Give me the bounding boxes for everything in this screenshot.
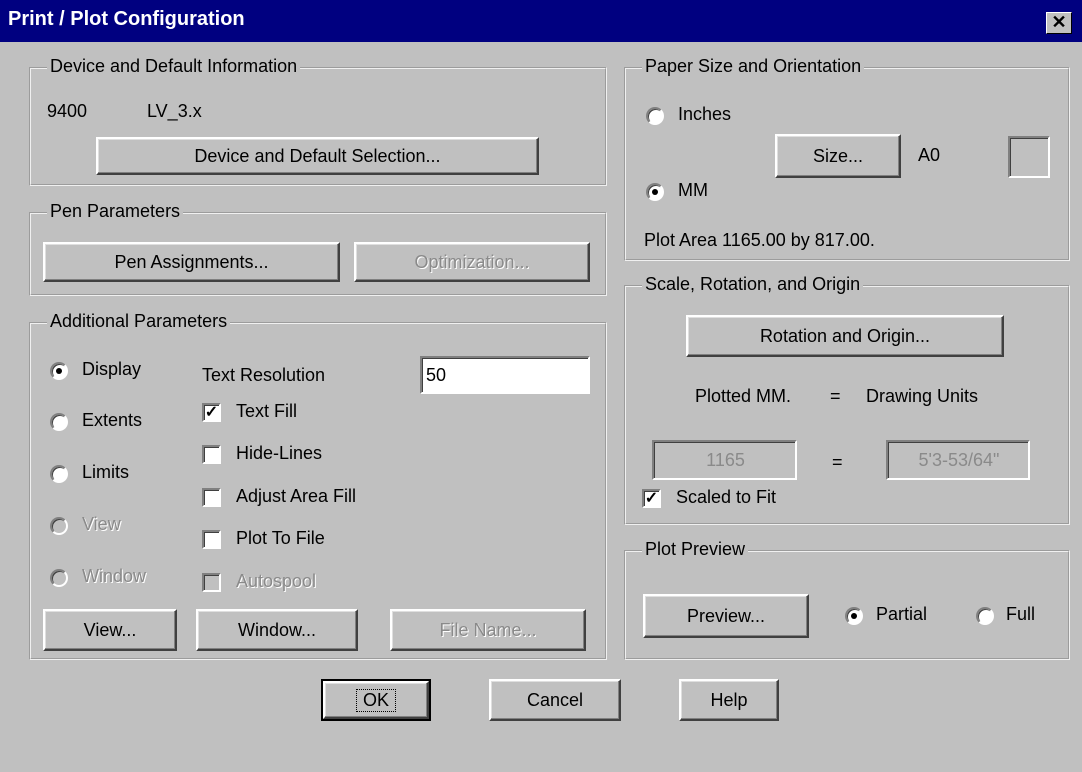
radio-full-label: Full — [1006, 604, 1036, 624]
rotation-origin-button[interactable]: Rotation and Origin... — [686, 315, 1004, 357]
text-resolution-input[interactable] — [420, 356, 590, 394]
radio-inches-label: Inches — [678, 104, 732, 124]
checkbox-autospool[interactable] — [202, 573, 221, 592]
paper-group-legend: Paper Size and Orientation — [642, 56, 865, 77]
radio-dot — [56, 368, 62, 374]
file-name-button[interactable]: File Name... — [390, 609, 586, 651]
device-name: 9400 — [47, 101, 88, 121]
view-button[interactable]: View... — [43, 609, 177, 651]
pen-assignments-label: Pen Assignments... — [114, 251, 269, 272]
rotation-origin-label: Rotation and Origin... — [759, 325, 931, 346]
pen-group-legend: Pen Parameters — [47, 201, 184, 222]
radio-partial-label: Partial — [876, 604, 928, 624]
drawing-units-label: Drawing Units — [866, 386, 979, 406]
ok-button[interactable]: OK — [321, 679, 431, 721]
ok-button-label: OK — [355, 688, 396, 712]
radio-window-label: Window — [82, 566, 147, 586]
window-button[interactable]: Window... — [196, 609, 358, 651]
equals-sign: = — [832, 452, 843, 472]
checkbox-scaled-to-fit[interactable]: ✓ — [642, 489, 661, 508]
additional-group-legend: Additional Parameters — [47, 311, 231, 332]
optimization-label: Optimization... — [414, 251, 530, 272]
title-bar: Print / Plot Configuration ✕ — [0, 0, 1082, 42]
size-button-label: Size... — [812, 145, 864, 166]
dialog-title: Print / Plot Configuration — [8, 8, 245, 30]
preview-group-legend: Plot Preview — [642, 539, 749, 560]
preview-button[interactable]: Preview... — [643, 594, 809, 638]
close-icon[interactable]: ✕ — [1046, 12, 1072, 34]
plot-area-text: Plot Area 1165.00 by 817.00. — [644, 230, 875, 250]
radio-limits[interactable] — [50, 465, 68, 483]
radio-partial[interactable] — [845, 607, 863, 625]
view-button-label: View... — [83, 619, 137, 640]
preview-button-label: Preview... — [686, 605, 766, 626]
checkbox-adjust-area-fill-label: Adjust Area Fill — [236, 486, 357, 506]
checkbox-scaled-to-fit-label: Scaled to Fit — [676, 487, 777, 507]
scale-group-legend: Scale, Rotation, and Origin — [642, 274, 864, 295]
size-button[interactable]: Size... — [775, 134, 901, 178]
radio-full[interactable] — [976, 607, 994, 625]
radio-mm[interactable] — [646, 183, 664, 201]
device-selection-button[interactable]: Device and Default Selection... — [96, 137, 539, 175]
checkbox-plot-to-file[interactable] — [202, 530, 221, 549]
optimization-button[interactable]: Optimization... — [354, 242, 590, 282]
radio-dot — [652, 189, 658, 195]
radio-inches[interactable] — [646, 107, 664, 125]
text-resolution-label: Text Resolution — [202, 365, 326, 385]
plotted-units-label: Plotted MM. — [695, 386, 792, 406]
print-plot-dialog: Print / Plot Configuration ✕ Device and … — [0, 0, 1082, 772]
radio-extents-label: Extents — [82, 410, 143, 430]
help-button[interactable]: Help — [679, 679, 779, 721]
plotted-units-input[interactable] — [652, 440, 797, 480]
drawing-units-input[interactable] — [886, 440, 1030, 480]
radio-limits-label: Limits — [82, 462, 130, 482]
radio-display[interactable] — [50, 362, 68, 380]
device-selection-button-label: Device and Default Selection... — [194, 145, 441, 166]
radio-extents[interactable] — [50, 413, 68, 431]
checkbox-adjust-area-fill[interactable] — [202, 488, 221, 507]
device-driver: LV_3.x — [147, 101, 202, 121]
equals-label: = — [830, 386, 841, 406]
radio-display-label: Display — [82, 359, 142, 379]
checkbox-autospool-label: Autospool — [236, 571, 317, 591]
radio-view[interactable] — [50, 517, 68, 535]
window-button-label: Window... — [237, 619, 317, 640]
device-group-legend: Device and Default Information — [47, 56, 301, 77]
radio-window[interactable] — [50, 569, 68, 587]
cancel-button-label: Cancel — [526, 689, 584, 710]
checkbox-text-fill-label: Text Fill — [236, 401, 298, 421]
paper-size-value: A0 — [918, 145, 941, 165]
cancel-button[interactable]: Cancel — [489, 679, 621, 721]
checkbox-plot-to-file-label: Plot To File — [236, 528, 325, 548]
radio-dot — [851, 613, 857, 619]
radio-mm-label: MM — [678, 180, 708, 200]
help-button-label: Help — [710, 689, 748, 710]
radio-view-label: View — [82, 514, 121, 534]
file-name-button-label: File Name... — [439, 619, 537, 640]
checkbox-text-fill[interactable]: ✓ — [202, 403, 221, 422]
checkbox-hide-lines-label: Hide-Lines — [236, 443, 323, 463]
orientation-preview — [1008, 136, 1050, 178]
pen-assignments-button[interactable]: Pen Assignments... — [43, 242, 340, 282]
checkbox-hide-lines[interactable] — [202, 445, 221, 464]
